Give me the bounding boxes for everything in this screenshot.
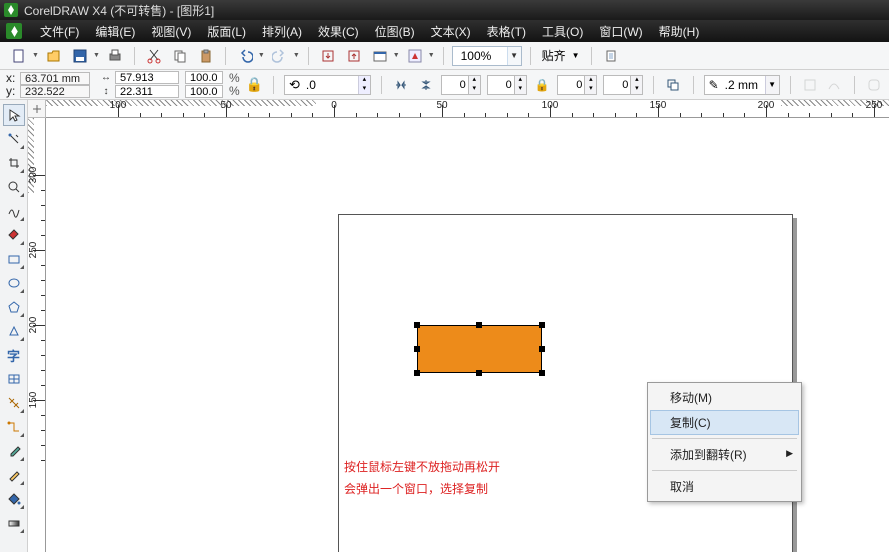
mirror-v-icon[interactable] — [416, 74, 435, 96]
save-icon[interactable] — [69, 45, 91, 67]
lock-ratio-icon[interactable]: 🔒 — [246, 76, 263, 93]
menu-file[interactable]: 文件(F) — [32, 20, 87, 43]
corner-bl-input[interactable]: 0 — [557, 75, 585, 95]
ruler-horizontal[interactable]: 10050050100150200250 — [46, 100, 889, 118]
canvas-area: 10050050100150200250 300250200150 按住鼠标左键… — [28, 100, 889, 552]
outline-tool[interactable] — [3, 464, 25, 486]
publish-icon[interactable] — [369, 45, 391, 67]
ctx-move[interactable]: 移动(M) — [650, 385, 799, 410]
height-icon: ↕ — [100, 86, 112, 97]
width-icon: ↔ — [100, 72, 112, 83]
menu-edit[interactable]: 编辑(E) — [87, 20, 143, 43]
pick-tool[interactable] — [3, 104, 25, 126]
app-menu-icon[interactable] — [6, 23, 22, 39]
x-value: 63.701 mm — [20, 72, 90, 85]
rotation-input[interactable]: ⟲.0▴▾ — [284, 75, 371, 95]
menu-view[interactable]: 视图(V) — [143, 20, 199, 43]
cut-icon[interactable] — [143, 45, 165, 67]
corner-options-icon[interactable] — [864, 74, 883, 96]
zoom-tool[interactable] — [3, 176, 25, 198]
copy-icon[interactable] — [169, 45, 191, 67]
app-launcher-icon[interactable] — [404, 45, 426, 67]
position-readout: x:63.701 mm y:232.522 mm — [6, 72, 94, 98]
corner-tr-input[interactable]: 0 — [487, 75, 515, 95]
shape-tool[interactable] — [3, 128, 25, 150]
menu-text[interactable]: 文本(X) — [423, 20, 479, 43]
width-input[interactable]: 57.913 mm — [115, 71, 179, 84]
corner-br-input[interactable]: 0 — [603, 75, 631, 95]
menu-layout[interactable]: 版面(L) — [199, 20, 254, 43]
title-bar: CorelDRAW X4 (不可转售) - [图形1] — [0, 0, 889, 20]
smart-fill-tool[interactable] — [3, 224, 25, 246]
window-title: CorelDRAW X4 (不可转售) - [图形1] — [24, 2, 214, 19]
crop-tool[interactable] — [3, 152, 25, 174]
ctx-copy[interactable]: 复制(C) — [650, 410, 799, 435]
dimension-tool[interactable] — [3, 392, 25, 414]
menu-tools[interactable]: 工具(O) — [534, 20, 591, 43]
ctx-cancel[interactable]: 取消 — [650, 474, 799, 499]
canvas[interactable]: 按住鼠标左键不放拖动再松开 会弹出一个窗口，选择复制 移动(M) 复制(C) 添… — [46, 118, 889, 552]
height-input[interactable]: 22.311 mm — [115, 85, 179, 98]
table-tool[interactable] — [3, 368, 25, 390]
to-front-icon[interactable] — [664, 74, 683, 96]
property-bar: x:63.701 mm y:232.522 mm ↔57.913 mm ↕22.… — [0, 70, 889, 100]
menu-help[interactable]: 帮助(H) — [651, 20, 708, 43]
eyedropper-tool[interactable] — [3, 440, 25, 462]
menu-bar: 文件(F) 编辑(E) 视图(V) 版面(L) 排列(A) 效果(C) 位图(B… — [0, 20, 889, 42]
y-value: 232.522 mm — [20, 85, 90, 98]
import-icon[interactable] — [317, 45, 339, 67]
convert-curve-icon[interactable] — [825, 74, 844, 96]
text-tool[interactable]: 字 — [3, 344, 25, 366]
redo-icon[interactable] — [269, 45, 291, 67]
paste-icon[interactable] — [195, 45, 217, 67]
scale-inputs: 100.0 100.0 — [185, 71, 223, 98]
toolbox: 字 — [0, 100, 28, 552]
context-menu: 移动(M) 复制(C) 添加到翻转(R)▶ 取消 — [647, 382, 802, 502]
export-icon[interactable] — [343, 45, 365, 67]
fill-tool[interactable] — [3, 488, 25, 510]
connector-tool[interactable] — [3, 416, 25, 438]
ruler-vertical[interactable]: 300250200150 — [28, 118, 46, 552]
selected-rectangle[interactable] — [417, 325, 542, 373]
basic-shapes-tool[interactable] — [3, 320, 25, 342]
menu-window[interactable]: 窗口(W) — [591, 20, 650, 43]
polygon-tool[interactable] — [3, 296, 25, 318]
standard-toolbar: ▼ ▼ ▼ ▼ ▼ ▼ 100%▼ 贴齐▼ — [0, 42, 889, 70]
print-icon[interactable] — [104, 45, 126, 67]
workspace: 字 10050050100150200250 300250200150 — [0, 100, 889, 552]
scale-x-input[interactable]: 100.0 — [185, 71, 223, 84]
size-inputs: ↔57.913 mm ↕22.311 mm — [100, 71, 179, 98]
outline-width-combo[interactable]: ✎.2 mm▼ — [704, 75, 780, 95]
rectangle-tool[interactable] — [3, 248, 25, 270]
zoom-value: 100% — [453, 49, 507, 63]
undo-icon[interactable] — [234, 45, 256, 67]
annotation-text: 按住鼠标左键不放拖动再松开 会弹出一个窗口，选择复制 — [344, 456, 500, 500]
menu-bitmap[interactable]: 位图(B) — [367, 20, 423, 43]
interactive-fill-tool[interactable] — [3, 512, 25, 534]
wrap-text-icon[interactable] — [800, 74, 819, 96]
scale-y-input[interactable]: 100.0 — [185, 85, 223, 98]
open-icon[interactable] — [43, 45, 65, 67]
corner-tl-input[interactable]: 0 — [441, 75, 469, 95]
ctx-add-flip[interactable]: 添加到翻转(R)▶ — [650, 442, 799, 467]
ellipse-tool[interactable] — [3, 272, 25, 294]
app-icon — [4, 3, 18, 17]
menu-effects[interactable]: 效果(C) — [310, 20, 367, 43]
menu-arrange[interactable]: 排列(A) — [254, 20, 310, 43]
new-icon[interactable] — [8, 45, 30, 67]
ruler-origin[interactable] — [28, 100, 46, 118]
options-icon[interactable] — [600, 45, 622, 67]
menu-table[interactable]: 表格(T) — [479, 20, 534, 43]
snap-dropdown[interactable]: 贴齐▼ — [539, 47, 583, 64]
zoom-combo[interactable]: 100%▼ — [452, 46, 522, 66]
mirror-h-icon[interactable] — [392, 74, 411, 96]
freehand-tool[interactable] — [3, 200, 25, 222]
corner-lock-icon[interactable]: 🔒 — [533, 74, 552, 96]
